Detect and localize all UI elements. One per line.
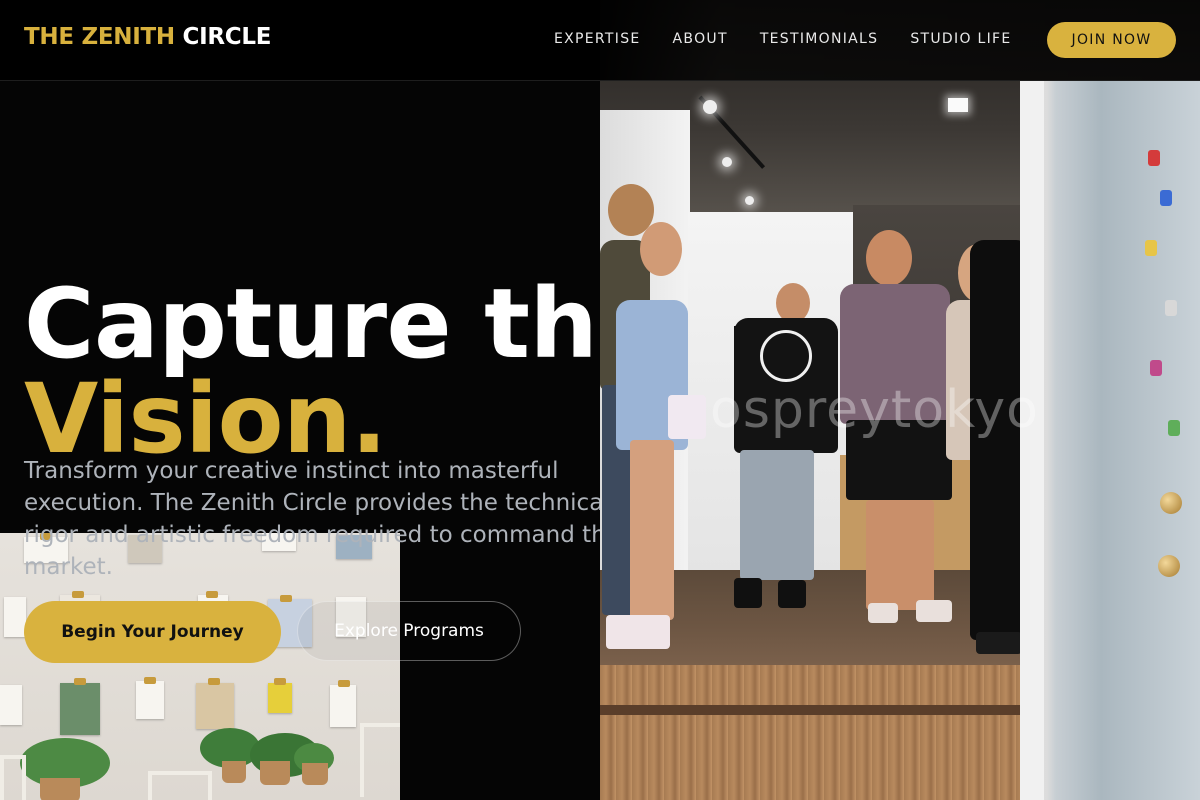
explore-programs-button[interactable]: Explore Programs	[297, 601, 521, 661]
nav-menu: EXPERTISE ABOUT TESTIMONIALS STUDIO LIFE	[554, 31, 1012, 47]
brand-name-part1: THE ZENITH	[24, 24, 175, 50]
nav-link-testimonials[interactable]: TESTIMONIALS	[760, 31, 879, 47]
nav-link-studio-life[interactable]: STUDIO LIFE	[910, 31, 1011, 47]
hero-headline-line1: Capture th	[24, 268, 598, 381]
brand-name-part2: CIRCLE	[182, 24, 272, 50]
landing-page: ospreytokyo THE ZENITH CIRCLE EXPERTISE …	[0, 0, 1200, 800]
nav-link-about[interactable]: ABOUT	[673, 31, 728, 47]
hero-headline-line2: Vision.	[24, 363, 387, 476]
nav-link-expertise[interactable]: EXPERTISE	[554, 31, 641, 47]
begin-journey-button[interactable]: Begin Your Journey	[24, 601, 281, 663]
top-navbar: THE ZENITH CIRCLE EXPERTISE ABOUT TESTIM…	[0, 0, 1200, 81]
brand-logo[interactable]: THE ZENITH CIRCLE	[24, 24, 271, 50]
studio-wall-photo	[0, 533, 400, 800]
join-now-button[interactable]: JOIN NOW	[1047, 22, 1176, 58]
photo-watermark: ospreytokyo	[710, 380, 1039, 440]
gallery-crowd-photo: ospreytokyo	[600, 0, 1200, 800]
